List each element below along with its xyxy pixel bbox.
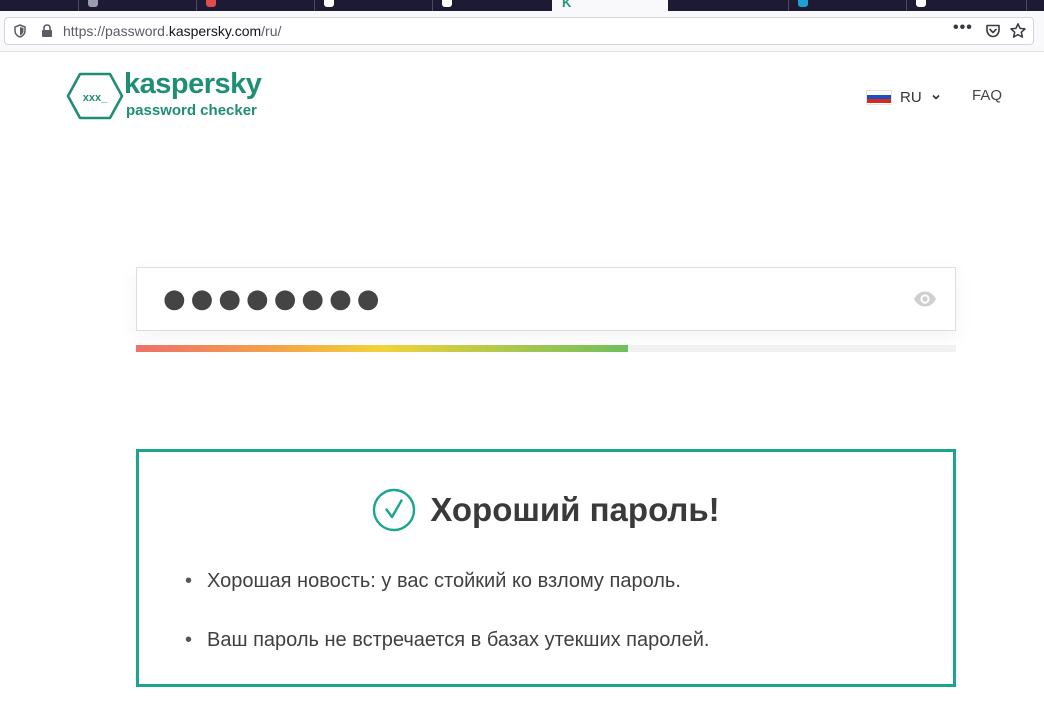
tab-separator (78, 0, 79, 11)
tab-favicon[interactable] (206, 0, 216, 7)
tab-separator (432, 0, 433, 11)
russia-flag-icon (866, 89, 892, 105)
page-actions-menu-icon[interactable]: ••• (953, 19, 973, 37)
chevron-down-icon (932, 94, 940, 100)
check-circle-icon (373, 488, 416, 532)
tab-favicon[interactable] (916, 0, 926, 7)
tab-separator (314, 0, 315, 11)
password-masked-value: ●●●●●●●● (163, 284, 385, 314)
logo-hex-text: xxx_ (83, 92, 108, 104)
tab-separator (196, 0, 197, 11)
url-host: kaspersky.com (168, 23, 262, 39)
password-input[interactable]: ●●●●●●●● (136, 267, 956, 331)
star-icon[interactable] (1009, 22, 1027, 40)
url-text[interactable]: https://password.kaspersky.com/ru/ (63, 23, 281, 39)
eye-icon[interactable] (913, 289, 937, 309)
result-bullet: Хорошая новость: у вас стойкий ко взлому… (185, 570, 709, 593)
language-code: RU (900, 88, 922, 106)
flag-stripe-red (867, 99, 891, 104)
password-strength-meter (136, 345, 956, 352)
tab-separator (906, 0, 907, 11)
active-tab[interactable]: K (552, 0, 668, 11)
strength-meter-fill (136, 345, 628, 352)
tab-separator (1026, 0, 1027, 11)
result-bullet-list: Хорошая новость: у вас стойкий ко взлому… (185, 570, 709, 688)
result-header: Хороший пароль! (139, 488, 953, 532)
url-prefix: https://password. (63, 23, 169, 39)
address-bar[interactable]: https://password.kaspersky.com/ru/ ••• (4, 17, 1034, 45)
tab-separator (788, 0, 789, 11)
result-bullet: Ваш пароль не встречается в базах утекши… (185, 629, 709, 652)
tab-favicon[interactable] (88, 0, 98, 7)
faq-link[interactable]: FAQ (972, 87, 1002, 104)
logo-hexagon-icon: xxx_ (66, 72, 124, 120)
shield-icon[interactable] (13, 24, 27, 38)
lock-icon[interactable] (41, 24, 53, 38)
tab-favicon[interactable] (798, 0, 808, 7)
language-selector[interactable]: RU (866, 87, 940, 107)
browser-tab-strip: K (0, 0, 1044, 11)
result-panel: Хороший пароль! Хорошая новость: у вас с… (136, 449, 956, 687)
active-tab-favicon: K (562, 0, 572, 10)
brand-name: kaspersky (124, 68, 262, 100)
pocket-icon[interactable] (985, 23, 1001, 39)
navigation-toolbar: https://password.kaspersky.com/ru/ ••• (0, 11, 1044, 52)
tab-favicon[interactable] (324, 0, 334, 7)
brand-subtitle: password checker (126, 102, 257, 119)
url-path: /ru/ (261, 23, 282, 39)
result-title: Хороший пароль! (430, 491, 720, 528)
tab-favicon[interactable] (442, 0, 452, 7)
